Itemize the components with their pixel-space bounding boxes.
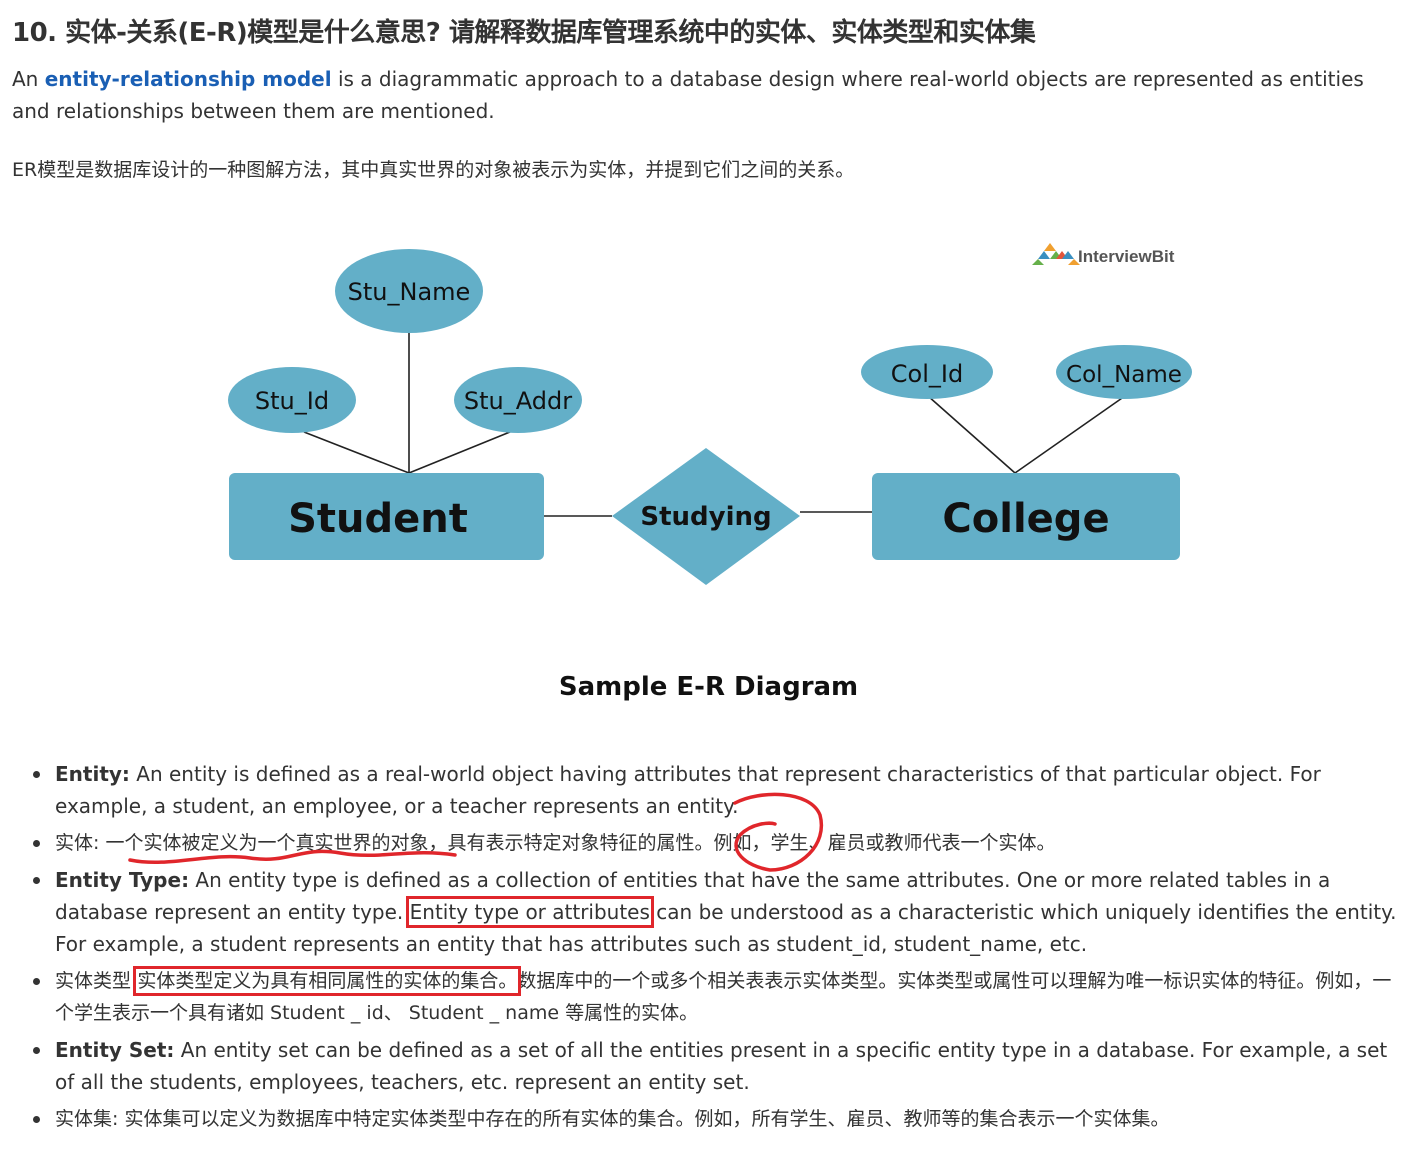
definition-list: Entity: An entity is defined as a real-w… xyxy=(0,758,1400,1140)
highlight-entity-type-cn: 实体类型定义为具有相同属性的实体的集合。 xyxy=(133,966,522,996)
term-entity-type-cn: 实体类型: xyxy=(55,970,138,992)
relationship-studying: Studying xyxy=(612,448,800,585)
list-item-entity: Entity: An entity is defined as a real-w… xyxy=(33,758,1400,822)
attribute-col-name: Col_Name xyxy=(1056,345,1192,399)
attribute-col-id: Col_Id xyxy=(861,345,993,399)
entity-student: Student xyxy=(229,473,544,560)
attribute-stu-id-label: Stu_Id xyxy=(255,387,329,415)
list-item-entity-type-cn: 实体类型:实体类型定义为具有相同属性的实体的集合。数据库中的一个或多个相关表表示… xyxy=(33,965,1400,1029)
definition-entity-set-cn: 实体集可以定义为数据库中特定实体类型中存在的所有实体的集合。例如，所有学生、雇员… xyxy=(118,1108,1170,1130)
list-item-entity-cn: 实体: 一个实体被定义为一个真实世界的对象，具有表示特定对象特征的属性。例如，学… xyxy=(33,827,1400,859)
definition-entity-cn: 一个实体被定义为一个真实世界的对象，具有表示特定对象特征的属性。例如，学生、雇员… xyxy=(99,832,1056,854)
attribute-stu-addr: Stu_Addr xyxy=(454,367,582,433)
term-entity-set-cn: 实体集: xyxy=(55,1108,119,1130)
relationship-studying-label: Studying xyxy=(640,502,771,532)
er-diagram: InterviewBit Stu_Name Stu_Id Stu_Addr Co… xyxy=(228,243,1192,585)
term-entity-type: Entity Type: xyxy=(55,868,190,892)
attribute-stu-id: Stu_Id xyxy=(228,367,356,433)
term-entity-set: Entity Set: xyxy=(55,1038,175,1062)
intro-paragraph: An entity-relationship model is a diagra… xyxy=(12,63,1402,127)
attribute-stu-addr-label: Stu_Addr xyxy=(464,387,572,415)
intro-lead: An xyxy=(12,67,45,91)
intro-translation: ER模型是数据库设计的一种图解方法，其中真实世界的对象被表示为实体，并提到它们之… xyxy=(12,159,855,181)
entity-student-label: Student xyxy=(288,496,468,542)
entity-college: College xyxy=(872,473,1180,560)
list-item-entity-set-cn: 实体集: 实体集可以定义为数据库中特定实体类型中存在的所有实体的集合。例如，所有… xyxy=(33,1103,1400,1135)
highlight-entity-type-or-attributes: Entity type or attributes xyxy=(405,896,654,928)
attribute-col-id-label: Col_Id xyxy=(891,360,963,388)
attribute-stu-name-label: Stu_Name xyxy=(348,278,471,306)
interviewbit-logo-text: InterviewBit xyxy=(1078,247,1175,266)
interviewbit-logo-icon xyxy=(1032,243,1080,265)
list-item-entity-type: Entity Type: An entity type is defined a… xyxy=(33,864,1400,960)
interviewbit-logo: InterviewBit xyxy=(1032,243,1175,266)
question-title: 10. 实体-关系(E-R)模型是什么意思? 请解释数据库管理系统中的实体、实体… xyxy=(12,18,1036,48)
list-item-entity-set: Entity Set: An entity set can be defined… xyxy=(33,1034,1400,1098)
attribute-col-name-label: Col_Name xyxy=(1066,362,1182,388)
entity-relationship-model-link[interactable]: entity-relationship model xyxy=(45,67,332,91)
term-entity: Entity: xyxy=(55,762,130,786)
definition-entity-set: An entity set can be defined as a set of… xyxy=(55,1038,1388,1094)
term-entity-cn: 实体: xyxy=(55,832,100,854)
entity-college-label: College xyxy=(942,496,1109,542)
diagram-caption: Sample E-R Diagram xyxy=(558,672,859,702)
attribute-stu-name: Stu_Name xyxy=(335,249,483,333)
definition-entity: An entity is defined as a real-world obj… xyxy=(55,762,1321,818)
